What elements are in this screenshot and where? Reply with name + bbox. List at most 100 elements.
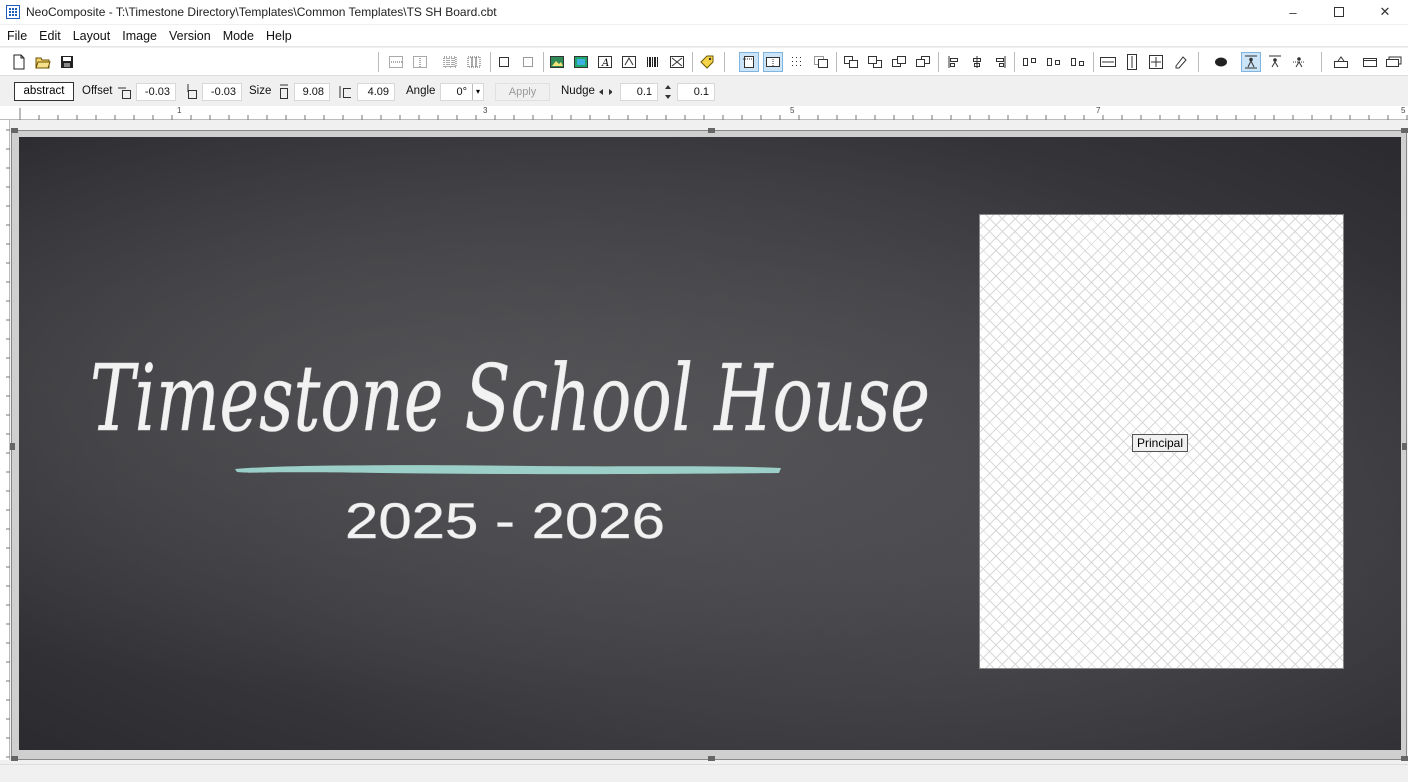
save-file-button[interactable] [57, 52, 77, 72]
width-input[interactable]: 9.08 [294, 83, 330, 101]
maximize-icon [1334, 7, 1344, 17]
board-title-text: Timestone School House [90, 345, 930, 450]
columns-icon [443, 56, 457, 68]
background-button[interactable] [571, 52, 591, 72]
close-button[interactable]: ✕ [1362, 0, 1408, 24]
toolbar-separator [938, 52, 939, 72]
toolbar-separator [378, 52, 379, 72]
send-back-button[interactable] [865, 52, 885, 72]
height-input[interactable]: 4.09 [357, 83, 395, 101]
text-a-icon: A [598, 56, 612, 68]
layout-grid-alt-button[interactable] [410, 52, 430, 72]
menu-edit[interactable]: Edit [33, 29, 67, 43]
resize-handle[interactable] [1401, 128, 1408, 133]
align-top-button[interactable] [1020, 52, 1040, 72]
menu-version[interactable]: Version [163, 29, 217, 43]
image-button[interactable] [547, 52, 567, 72]
nudge-horizontal-icon [599, 89, 612, 95]
menu-image[interactable]: Image [116, 29, 163, 43]
group-button[interactable] [1331, 52, 1351, 72]
offset-y-input[interactable]: -0.03 [202, 83, 242, 101]
person-fit-button[interactable] [1241, 52, 1261, 72]
object-name-field[interactable]: abstract [14, 82, 74, 101]
fit-height-icon [1127, 54, 1137, 70]
toolbar-separator [490, 52, 491, 72]
text-button[interactable]: A [595, 52, 615, 72]
board-title[interactable]: Timestone School House [90, 330, 940, 450]
person-top-button[interactable] [1265, 52, 1285, 72]
menu-bar: File Edit Layout Image Version Mode Help [0, 25, 1408, 47]
align-left-button[interactable] [944, 52, 964, 72]
send-back-icon [868, 56, 882, 68]
align-center-button[interactable] [967, 52, 987, 72]
align-bottom-button[interactable] [1068, 52, 1088, 72]
menu-help[interactable]: Help [260, 29, 298, 43]
send-backward-button[interactable] [913, 52, 933, 72]
pattern-button[interactable] [667, 52, 687, 72]
resize-handle[interactable] [1401, 756, 1408, 761]
align-right-icon [996, 56, 1006, 68]
board-years[interactable]: 2025 - 2026 [330, 480, 710, 560]
snap-icon [814, 56, 828, 68]
horizontal-ruler: 1 3 5 7 5 [0, 106, 1408, 120]
align-right-button[interactable] [990, 52, 1010, 72]
window-alt-button[interactable] [1384, 52, 1404, 72]
columns-button[interactable] [440, 52, 460, 72]
dot-grid-button[interactable] [787, 52, 807, 72]
eraser-button[interactable] [1170, 52, 1190, 72]
ruler-label: 7 [1096, 106, 1101, 115]
spread-view-button[interactable] [763, 52, 783, 72]
apply-button[interactable]: Apply [495, 83, 550, 101]
fit-height-button[interactable] [1122, 52, 1142, 72]
nudge-label: Nudge [561, 85, 595, 97]
offset-x-input[interactable]: -0.03 [136, 83, 176, 101]
menu-mode[interactable]: Mode [217, 29, 260, 43]
resize-handle[interactable] [708, 756, 715, 761]
menu-file[interactable]: File [1, 29, 33, 43]
title-bar: NeoComposite - T:\Timestone Directory\Te… [0, 0, 1408, 24]
vertical-ruler [0, 120, 10, 760]
text-box-button[interactable] [619, 52, 639, 72]
barcode-button[interactable] [643, 52, 663, 72]
maximize-button[interactable] [1316, 0, 1362, 24]
nudge-y-input[interactable]: 0.1 [677, 83, 715, 101]
align-middle-button[interactable] [1044, 52, 1064, 72]
tag-icon [700, 55, 714, 69]
snap-button[interactable] [811, 52, 831, 72]
layout-grid-button[interactable] [386, 52, 406, 72]
frame-button[interactable] [494, 52, 514, 72]
mask-button[interactable] [1211, 52, 1231, 72]
open-file-button[interactable] [33, 52, 53, 72]
toolbar-separator [543, 52, 544, 72]
toolbar-separator [836, 52, 837, 72]
align-center-icon [973, 56, 981, 68]
person-center-button[interactable] [1289, 52, 1309, 72]
minimize-icon: – [1289, 4, 1297, 20]
fit-width-button[interactable] [1098, 52, 1118, 72]
nudge-vertical-icon [665, 85, 671, 99]
columns-alt-button[interactable] [464, 52, 484, 72]
bring-forward-button[interactable] [889, 52, 909, 72]
size-label: Size [249, 85, 272, 97]
toolbar-separator [724, 52, 725, 72]
minimize-button[interactable]: – [1270, 0, 1316, 24]
menu-layout[interactable]: Layout [67, 29, 117, 43]
chevron-down-icon[interactable]: ▾ [472, 84, 483, 100]
nudge-x-input[interactable]: 0.1 [620, 83, 658, 101]
fit-both-button[interactable] [1146, 52, 1166, 72]
resize-handle[interactable] [10, 443, 15, 450]
resize-handle[interactable] [708, 128, 715, 133]
resize-handle[interactable] [11, 128, 18, 133]
bring-front-button[interactable] [841, 52, 861, 72]
frame-dotted-button[interactable] [518, 52, 538, 72]
resize-handle[interactable] [1402, 443, 1407, 450]
ruler-label: 3 [483, 106, 488, 115]
resize-handle[interactable] [11, 756, 18, 761]
page-view-icon [743, 56, 755, 68]
fit-width-icon [1100, 57, 1116, 67]
tag-button[interactable] [697, 52, 717, 72]
window-button[interactable] [1360, 52, 1380, 72]
new-file-button[interactable] [9, 52, 29, 72]
page-view-button[interactable] [739, 52, 759, 72]
main-toolbar: A [0, 48, 1408, 76]
